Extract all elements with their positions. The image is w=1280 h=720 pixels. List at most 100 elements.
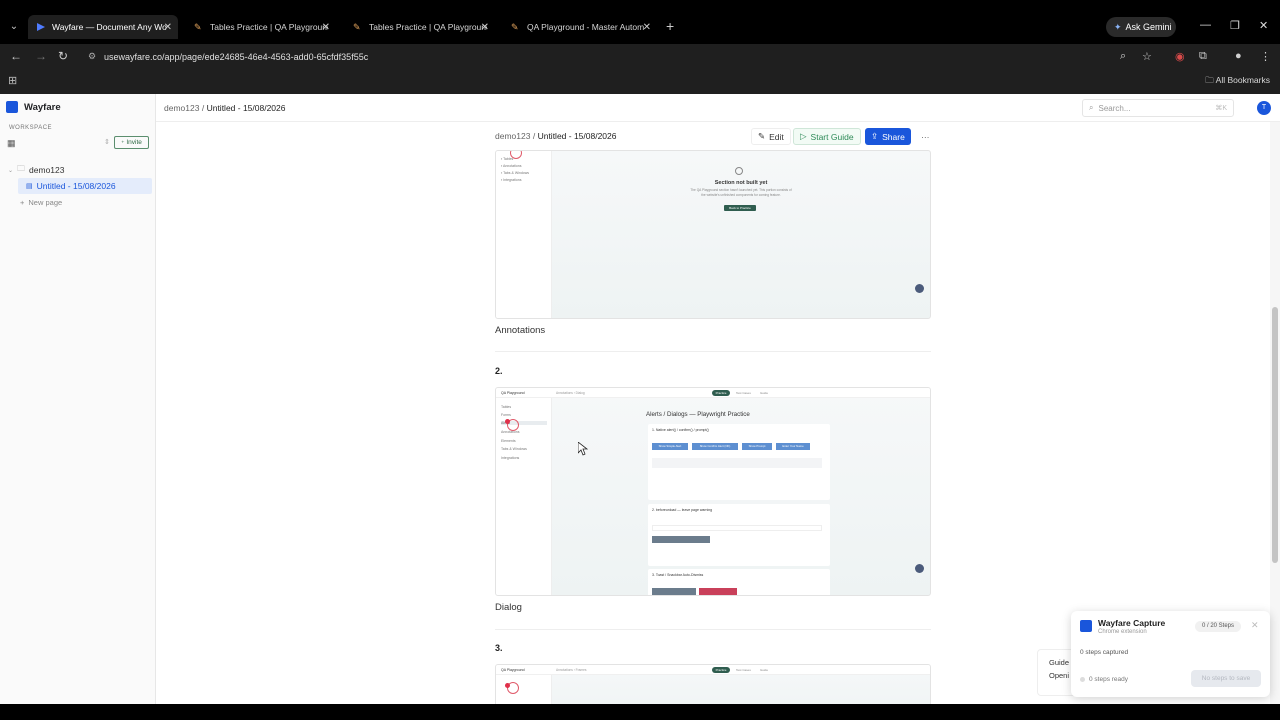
folder-icon: 🗀 [1205,75,1214,85]
tab-qa-playground[interactable]: ✎ QA Playground - Master Autom ✕ [503,16,657,38]
screenshot-nav-item: Forms [501,413,511,417]
click-dot [505,419,510,424]
screenshot-card: 2. beforeunload — leave page warning [648,504,830,566]
screenshot-section-title: 2. beforeunload — leave page warning [652,508,713,512]
reload-icon[interactable]: ↻ [58,49,68,63]
close-tab-icon[interactable]: ✕ [164,22,172,33]
tab-title: Wayfare — Document Any Wo [52,22,167,32]
address-bar[interactable]: ⚙ usewayfare.co/app/page/ede24685-46e4-4… [84,47,1174,67]
status-dot-icon [1080,677,1085,682]
save-steps-button[interactable]: No steps to save [1191,670,1261,687]
step-caption: Annotations [495,325,546,336]
all-bookmarks[interactable]: 🗀 All Bookmarks [1205,75,1270,89]
breadcrumb-root[interactable]: demo123 [164,103,199,113]
minimize-icon[interactable]: — [1200,19,1211,31]
back-icon[interactable]: ← [10,49,22,63]
add-user-icon: ⁺ [121,139,125,147]
workspace-label: WORKSPACE [9,125,53,131]
apps-grid-icon[interactable]: ⊞ [8,74,17,87]
screenshot-card: 1. Native alert() / confirm() / prompt()… [648,424,830,500]
bookmark-star-icon[interactable]: ☆ [1142,50,1152,63]
screenshot-nav-item: ▪ Integrations [501,178,522,182]
screenshot-settings-icon [915,564,924,573]
screenshot-brand: QA Playground [501,668,525,672]
scrollbar-thumb[interactable] [1272,307,1278,563]
screenshot-heading: Section not built yet [714,180,768,186]
close-tab-icon[interactable]: ✕ [322,22,330,33]
screenshot-button: Back to Practice [724,205,756,211]
workspace-building-icon[interactable]: ▦ [7,138,16,149]
screenshot-tab: Practice [712,667,730,673]
gemini-sparkle-icon: ✦ [1114,21,1122,32]
document-breadcrumb: demo123 / Untitled - 15/08/2026 [495,131,617,141]
steps-ready-text: 0 steps ready [1089,676,1129,683]
search-input[interactable]: ⌕ Search... ⌘K [1082,99,1234,117]
screenshot-section-title: 1. Native alert() / confirm() / prompt() [652,428,709,432]
step-caption: Dialog [495,602,522,613]
tab-title: Tables Practice | QA Playground [369,22,487,32]
all-bookmarks-label: All Bookmarks [1215,75,1270,85]
ask-gemini-label: Ask Gemini [1125,22,1172,32]
tab-tables-2[interactable]: ✎ Tables Practice | QA Playground ✕ [345,16,495,38]
browser-menu-icon[interactable]: ⋮ [1260,50,1271,63]
new-tab-icon[interactable]: + [666,18,674,34]
step-number: 3. [495,643,503,653]
tree-folder-demo123[interactable]: ⌄ 🗀 demo123 [6,162,152,178]
extensions-puzzle-icon[interactable]: ⧉ [1199,50,1207,63]
close-icon[interactable]: ✕ [1251,620,1259,631]
screenshot-section-title: 3. Toast / Snackbar Auto-Dismiss [652,573,704,577]
steps-count-badge: 0 / 20 Steps [1195,621,1241,632]
page-tree: ⌄ 🗀 demo123 ▤ Untitled - 15/08/2026 + Ne… [6,162,152,210]
avatar[interactable]: T [1257,101,1271,115]
steps-ready-row: 0 steps ready [1080,676,1128,683]
extension-shield-icon[interactable]: ◉ [1175,50,1185,63]
ask-gemini-button[interactable]: ✦ Ask Gemini [1106,17,1176,37]
search-placeholder: Search... [1098,103,1131,113]
tab-tables-1[interactable]: ✎ Tables Practice | QA Playground ✕ [186,16,336,38]
brand-name: Wayfare [24,101,61,113]
click-dot [505,683,510,688]
bookmarks-bar: ⊞ 🗀 All Bookmarks [0,70,1280,94]
restore-icon[interactable]: ❐ [1230,19,1240,32]
forward-icon[interactable]: → [35,49,47,63]
browser-tabbar: ⌄ Wayfare — Document Any Wo ✕ ✎ Tables P… [0,0,1280,44]
wayfare-logo-icon [1080,620,1092,632]
steps-captured-text: 0 steps captured [1080,649,1129,656]
wayfare-favicon-icon [37,23,45,31]
tab-wayfare[interactable]: Wayfare — Document Any Wo ✕ [28,15,178,39]
new-page-button[interactable]: + New page [20,194,152,210]
tab-search-icon[interactable]: ⌄ [6,19,22,35]
share-button[interactable]: ⇪ Share [865,128,911,145]
screenshot-settings-icon [915,284,924,293]
screenshot-button: Show Simple Alert [652,443,688,450]
breadcrumb: demo123 / Untitled - 15/08/2026 [164,103,286,113]
profile-icon[interactable]: ● [1235,50,1242,62]
invite-button[interactable]: ⁺ Invite [114,136,149,149]
step-screenshot[interactable]: QA Playground Annotations › Dialog Pract… [495,387,931,596]
document-breadcrumb-current: Untitled - 15/08/2026 [537,131,617,141]
plus-icon: + [20,197,25,207]
capture-title: Wayfare Capture [1098,618,1166,628]
zoom-icon[interactable]: ⌕ [1120,50,1126,63]
compass-icon [735,167,743,175]
divider [495,629,931,630]
content-scrollbar[interactable] [1270,122,1280,704]
search-icon: ⌕ [1089,103,1094,112]
workspace-switcher-icon[interactable]: ⇕ [104,138,110,146]
brand[interactable]: Wayfare [6,101,61,113]
close-tab-icon[interactable]: ✕ [481,22,489,33]
step-screenshot[interactable]: QA Playground Annotations › Frames Pract… [495,664,931,704]
step-screenshot[interactable]: ▪ Tables ▪ Annotations ▪ Tabs & Windows … [495,150,931,319]
screenshot-nav-item: ▪ Annotations [501,164,522,168]
window-close-icon[interactable]: ✕ [1259,19,1268,32]
document-breadcrumb-root[interactable]: demo123 [495,131,530,141]
edit-button[interactable]: ✎ Edit [751,128,791,145]
start-guide-button[interactable]: ▷ Start Guide [793,128,861,145]
share-label: Share [882,131,905,142]
site-info-icon[interactable]: ⚙ [88,51,96,62]
new-page-label: New page [28,197,63,207]
more-options-button[interactable]: ··· [915,128,936,145]
close-tab-icon[interactable]: ✕ [643,22,651,33]
tree-page-untitled[interactable]: ▤ Untitled - 15/08/2026 [18,178,152,194]
edit-label: Edit [769,131,784,142]
